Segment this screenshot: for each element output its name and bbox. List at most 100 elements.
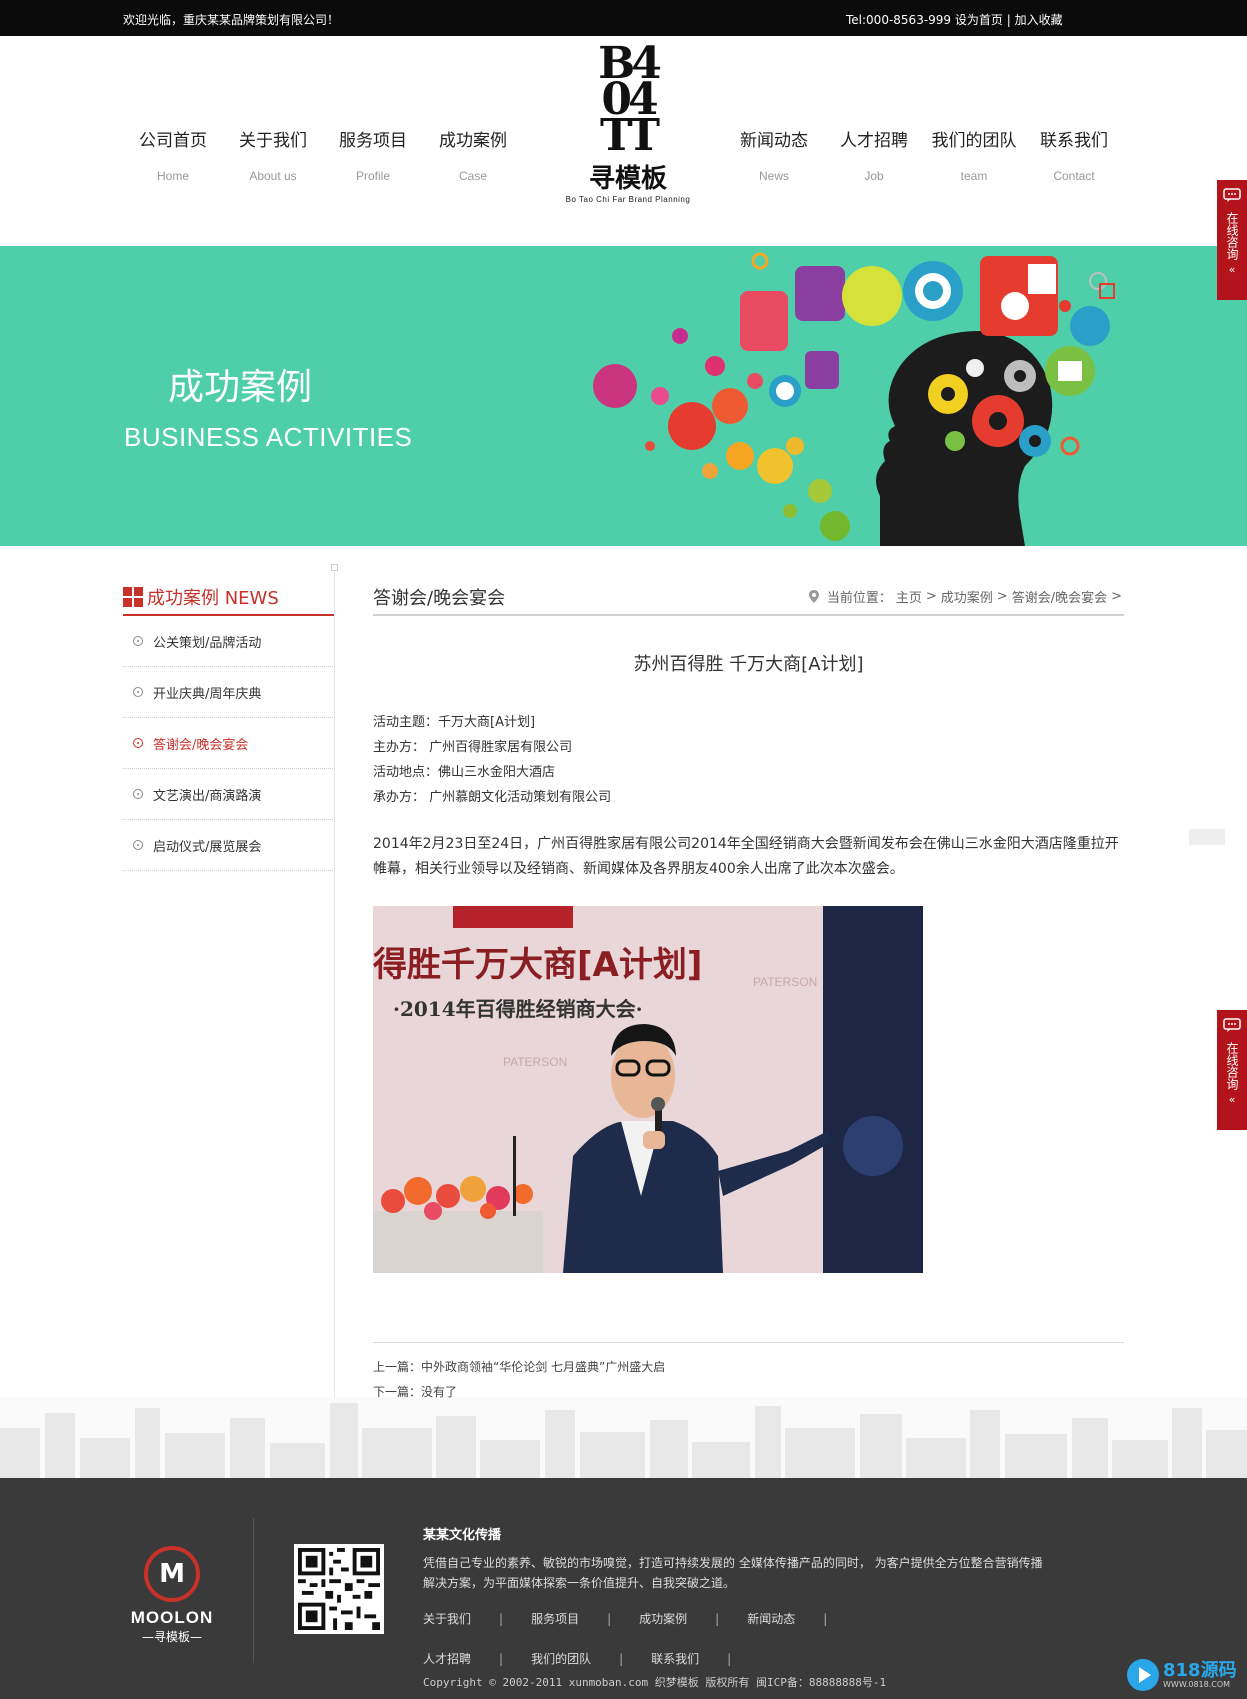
- sidebar-item-launch[interactable]: 启动仪式/展览展会: [123, 820, 335, 871]
- banner-subtitle: BUSINESS ACTIVITIES: [124, 422, 413, 452]
- article-meta: 活动主题：千万大商[A计划] 主办方： 广州百得胜家居有限公司 活动地点：佛山三…: [373, 710, 1124, 810]
- photo-subline: ·2014年百得胜经销商大会·: [393, 997, 643, 1021]
- site-logo[interactable]: B4 04 TT 寻模板 Bo Tao Chi Far Brand Planni…: [558, 42, 698, 216]
- qr-code-icon: [298, 1548, 380, 1630]
- footer-link-team[interactable]: 我们的团队: [531, 1639, 623, 1679]
- footer-link-services[interactable]: 服务项目: [531, 1599, 611, 1639]
- footer-description: 凭借自己专业的素养、敏锐的市场嗅觉，打造可持续发展的 全媒体传播产品的同时， 为…: [423, 1556, 1043, 1590]
- chat-icon: [1223, 188, 1241, 202]
- meta-organizer: 承办方： 广州慕朗文化活动策划有限公司: [373, 790, 612, 805]
- nav-sub: Job: [864, 169, 884, 183]
- welcome-text: 欢迎光临，重庆某某品牌策划有限公司！: [123, 13, 340, 27]
- meta-theme: 活动主题：千万大商[A计划]: [373, 715, 536, 730]
- consult-label: 在线咨询: [1225, 212, 1239, 260]
- nav-contact[interactable]: 联系我们 Contact: [1026, 126, 1122, 183]
- nav-label: 关于我们: [239, 131, 307, 151]
- nav-label: 人才招聘: [840, 131, 908, 151]
- nav-sub: Home: [156, 169, 189, 183]
- nav-label: 成功案例: [439, 131, 507, 151]
- footer-logo-icon: M: [144, 1546, 200, 1602]
- online-consult-button[interactable]: 在线咨询 «: [1217, 180, 1247, 300]
- footer-logo[interactable]: M MOOLON —寻模板—: [122, 1546, 222, 1645]
- consult-label: 在线咨询: [1225, 1042, 1239, 1090]
- skyline-decoration: [0, 1398, 1247, 1478]
- back-to-top-button[interactable]: [1189, 829, 1225, 845]
- footer-divider: [253, 1518, 254, 1663]
- article-photo: 得胜千万大商[A计划] ·2014年百得胜经销商大会· PATERSON PAT…: [373, 906, 923, 1273]
- photo-brand: PATERSON: [503, 1055, 567, 1069]
- nav-label: 新闻动态: [740, 131, 808, 151]
- logo-tagline: Bo Tao Chi Far Brand Planning: [565, 195, 691, 204]
- sidebar-item-performance[interactable]: 文艺演出/商演路演: [123, 769, 335, 820]
- column-divider: [334, 566, 335, 1398]
- play-icon: [1127, 1659, 1159, 1691]
- sidebar-item-pr[interactable]: 公关策划/品牌活动: [123, 616, 335, 667]
- sidebar-item-banquet[interactable]: 答谢会/晚会宴会: [123, 718, 335, 769]
- footer-link-about[interactable]: 关于我们: [423, 1599, 503, 1639]
- article-pagination: 上一篇：中外政商领袖“华伦论剑 七月盛典”广州盛大启 下一篇：没有了: [373, 1342, 1124, 1405]
- footer-link-contact[interactable]: 联系我们: [651, 1639, 731, 1679]
- qr-code: [294, 1544, 384, 1634]
- watermark: 818源码 WWW.0818.COM: [1127, 1659, 1237, 1691]
- photo-headline: 得胜千万大商[A计划]: [373, 945, 702, 985]
- next-label: 下一篇：: [373, 1385, 422, 1399]
- nav-about[interactable]: 关于我们 About us: [225, 126, 321, 183]
- nav-home[interactable]: 公司首页 Home: [125, 126, 221, 183]
- nav-sub: team: [960, 169, 988, 183]
- nav-sub: About us: [249, 169, 297, 183]
- nav-label: 服务项目: [339, 131, 407, 151]
- prev-label: 上一篇：: [373, 1360, 422, 1374]
- breadcrumb: 当前位置： 主页 > 成功案例 > 答谢会/晚会宴会 >: [808, 587, 1124, 606]
- banner-illustration: [593, 252, 1115, 546]
- nav-profile[interactable]: 服务项目 Profile: [325, 126, 421, 183]
- sidebar-item-label: 开业庆典/周年庆典: [153, 686, 262, 702]
- nav-team[interactable]: 我们的团队 team: [926, 126, 1022, 183]
- set-home-link[interactable]: 设为首页: [955, 13, 1003, 27]
- breadcrumb-current[interactable]: 答谢会/晚会宴会: [1012, 587, 1107, 606]
- article-title: 苏州百得胜 千万大商[A计划]: [633, 654, 864, 675]
- logo-name: 寻模板: [588, 164, 667, 194]
- nav-sub: News: [758, 169, 789, 183]
- favorite-link[interactable]: 加入收藏: [1015, 13, 1063, 27]
- nav-label: 公司首页: [139, 131, 207, 151]
- footer-brand: MOOLON: [130, 1608, 214, 1627]
- bullet-icon: [133, 840, 143, 850]
- nav-case[interactable]: 成功案例 Case: [425, 126, 521, 183]
- next-article-link[interactable]: 没有了: [421, 1385, 457, 1399]
- meta-venue: 活动地点：佛山三水金阳大酒店: [373, 765, 556, 780]
- footer-link-news[interactable]: 新闻动态: [747, 1599, 827, 1639]
- footer-copyright: Copyright © 2002-2011 xunmoban.com 织梦模板 …: [423, 1676, 887, 1689]
- section-title: 答谢会/晚会宴会: [373, 588, 506, 609]
- footer-link-cases[interactable]: 成功案例: [639, 1599, 719, 1639]
- bullet-icon: [133, 738, 143, 748]
- nav-news[interactable]: 新闻动态 News: [726, 126, 822, 183]
- watermark-text: 818源码 WWW.0818.COM: [1163, 1661, 1237, 1689]
- nav-label: 我们的团队: [931, 131, 1017, 151]
- article-body: 2014年2月23日至24日，广州百得胜家居有限公司2014年全国经销商大会暨新…: [373, 836, 1119, 877]
- nav-label: 联系我们: [1040, 131, 1108, 151]
- breadcrumb-case[interactable]: 成功案例: [941, 587, 993, 606]
- sidebar-heading: 成功案例 NEWS: [123, 580, 335, 616]
- footer-brand-cn: —寻模板—: [141, 1630, 202, 1644]
- sidebar: 成功案例 NEWS 公关策划/品牌活动 开业庆典/周年庆典 答谢会/晚会宴会 文…: [123, 580, 335, 871]
- footer-link-jobs[interactable]: 人才招聘: [423, 1639, 503, 1679]
- header: 公司首页 Home 关于我们 About us 服务项目 Profile 成功案…: [0, 36, 1247, 246]
- footer-company: 某某文化传播: [423, 1528, 502, 1543]
- logo-mark-line: TT: [600, 110, 660, 161]
- banner-title: 成功案例: [168, 367, 313, 408]
- nav-job[interactable]: 人才招聘 Job: [826, 126, 922, 183]
- bullet-icon: [133, 789, 143, 799]
- tel-text: Tel:000-8563-999: [846, 13, 952, 27]
- breadcrumb-home[interactable]: 主页: [896, 587, 922, 606]
- prev-article-link[interactable]: 中外政商领袖“华伦论剑 七月盛典”广州盛大启: [421, 1360, 665, 1374]
- logo-mark: B4 04 TT: [558, 42, 698, 161]
- sidebar-item-opening[interactable]: 开业庆典/周年庆典: [123, 667, 335, 718]
- online-consult-button[interactable]: 在线咨询 «: [1217, 1010, 1247, 1130]
- breadcrumb-label: 当前位置：: [826, 591, 892, 606]
- location-pin-icon: [808, 590, 819, 603]
- main-content: 答谢会/晚会宴会 当前位置： 主页 > 成功案例 > 答谢会/晚会宴会 > 苏州…: [373, 580, 1124, 1273]
- footer-links: 关于我们 服务项目 成功案例 新闻动态 人才招聘 我们的团队 联系我们: [423, 1599, 943, 1679]
- meta-host: 主办方： 广州百得胜家居有限公司: [373, 740, 573, 755]
- event-photo: 得胜千万大商[A计划] ·2014年百得胜经销商大会· PATERSON PAT…: [373, 906, 923, 1273]
- divider-marker: [331, 564, 338, 571]
